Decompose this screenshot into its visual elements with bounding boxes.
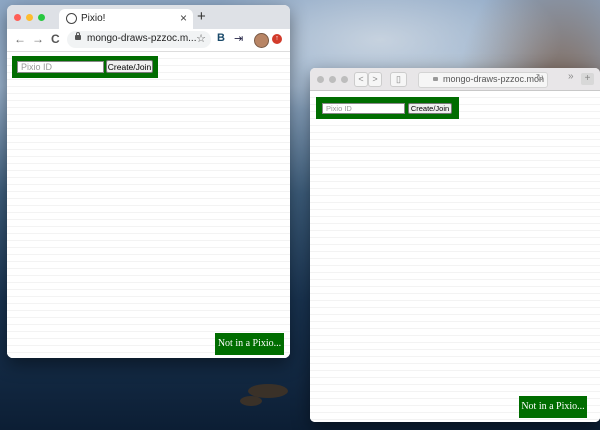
tab-title: Pixio!: [81, 13, 106, 24]
chrome-toolbar: ← → C mongo-draws-pzzoc.m... ☆ B ⇥ ↑: [7, 29, 290, 52]
more-tabs-icon[interactable]: »: [568, 71, 574, 82]
globe-icon: [66, 13, 77, 24]
tab-strip: Pixio! × +: [7, 5, 290, 29]
close-window-button[interactable]: [317, 76, 324, 83]
chrome-window: Pixio! × + ← → C mongo-draws-pzzoc.m... …: [7, 5, 290, 358]
status-button[interactable]: Not in a Pixio...: [215, 333, 284, 355]
minimize-window-button[interactable]: [329, 76, 336, 83]
create-join-button[interactable]: Create/Join: [106, 60, 153, 73]
address-bar[interactable]: mongo-draws-pzzoc.mon ↻: [418, 72, 548, 88]
forward-button[interactable]: >: [368, 72, 382, 87]
new-tab-button[interactable]: +: [581, 73, 594, 85]
zoom-window-button[interactable]: [38, 14, 45, 21]
update-badge-icon[interactable]: ↑: [272, 34, 282, 44]
new-tab-button[interactable]: +: [197, 8, 206, 25]
extension-icon[interactable]: B: [217, 32, 225, 44]
desktop-rock: [240, 396, 262, 406]
forward-button[interactable]: →: [32, 32, 44, 46]
pixio-id-input[interactable]: [322, 103, 405, 114]
minimize-window-button[interactable]: [26, 14, 33, 21]
close-window-button[interactable]: [14, 14, 21, 21]
safari-window: < > ▯ mongo-draws-pzzoc.mon ↻ » + Create…: [310, 68, 600, 422]
status-button[interactable]: Not in a Pixio...: [519, 396, 587, 418]
bookmark-star-icon[interactable]: ☆: [196, 32, 206, 45]
tab-pixio[interactable]: Pixio! ×: [59, 9, 193, 29]
pixio-id-input[interactable]: [17, 61, 104, 73]
reload-icon[interactable]: ↻: [536, 73, 544, 84]
zoom-window-button[interactable]: [341, 76, 348, 83]
lock-icon: [433, 77, 438, 81]
reload-button[interactable]: C: [51, 32, 60, 46]
create-join-button[interactable]: Create/Join: [408, 103, 452, 114]
address-bar[interactable]: mongo-draws-pzzoc.m... ☆: [67, 31, 211, 48]
profile-avatar[interactable]: [254, 33, 269, 48]
back-button[interactable]: <: [354, 72, 368, 87]
safari-toolbar: < > ▯ mongo-draws-pzzoc.mon ↻ » +: [310, 68, 600, 91]
address-url: mongo-draws-pzzoc.m...: [87, 33, 197, 44]
address-url: mongo-draws-pzzoc.mon: [443, 74, 545, 84]
lock-icon: [75, 32, 81, 40]
extension-icon[interactable]: ⇥: [234, 32, 243, 45]
close-tab-icon[interactable]: ×: [180, 11, 187, 25]
sidebar-icon[interactable]: ▯: [390, 72, 407, 87]
back-button[interactable]: ←: [14, 32, 26, 46]
safari-page: Create/Join Not in a Pixio...: [310, 91, 600, 422]
chrome-page: Create/Join Not in a Pixio...: [7, 52, 290, 358]
